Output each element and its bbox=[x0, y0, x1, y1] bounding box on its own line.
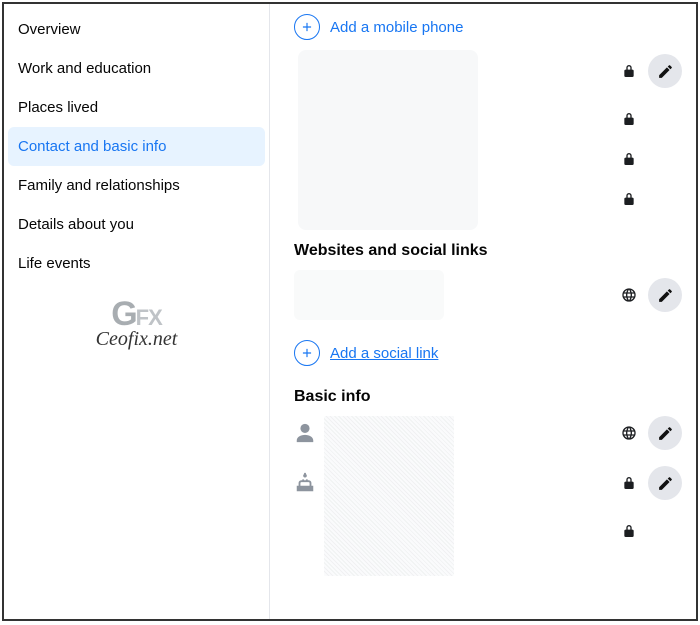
globe-icon bbox=[620, 286, 638, 304]
app-frame: Overview Work and education Places lived… bbox=[2, 2, 698, 621]
main-content: Add a mobile phone bbox=[270, 4, 696, 619]
watermark-gfx: GFX bbox=[8, 299, 265, 330]
add-social-link-label: Add a social link bbox=[330, 345, 438, 362]
sidebar-item-details[interactable]: Details about you bbox=[8, 205, 265, 244]
plus-icon bbox=[294, 14, 320, 40]
lock-icon bbox=[620, 474, 638, 492]
edit-button[interactable] bbox=[648, 278, 682, 312]
section-title-basic: Basic info bbox=[294, 388, 682, 406]
edit-button[interactable] bbox=[648, 416, 682, 450]
sidebar-item-label: Overview bbox=[18, 21, 81, 38]
website-row bbox=[294, 270, 682, 320]
sidebar-item-label: Contact and basic info bbox=[18, 138, 166, 155]
plus-icon bbox=[294, 340, 320, 366]
sidebar-item-family[interactable]: Family and relationships bbox=[8, 166, 265, 205]
section-title-websites: Websites and social links bbox=[294, 242, 682, 260]
edit-button[interactable] bbox=[648, 54, 682, 88]
person-icon bbox=[294, 422, 316, 444]
redacted-contact-block bbox=[298, 50, 478, 230]
add-mobile-phone[interactable]: Add a mobile phone bbox=[294, 10, 682, 50]
lock-icon bbox=[620, 190, 638, 208]
about-sidebar: Overview Work and education Places lived… bbox=[4, 4, 270, 619]
lock-icon bbox=[620, 150, 638, 168]
add-mobile-phone-label: Add a mobile phone bbox=[330, 19, 463, 36]
sidebar-item-label: Family and relationships bbox=[18, 177, 180, 194]
lock-icon bbox=[620, 110, 638, 128]
sidebar-item-label: Life events bbox=[18, 255, 91, 272]
globe-icon bbox=[620, 424, 638, 442]
watermark-text: Ceofix.net bbox=[8, 328, 265, 351]
watermark: GFX Ceofix.net bbox=[8, 299, 265, 351]
sidebar-item-life[interactable]: Life events bbox=[8, 244, 265, 283]
add-social-link[interactable]: Add a social link bbox=[294, 336, 682, 376]
lock-icon bbox=[620, 62, 638, 80]
cake-icon bbox=[294, 472, 316, 494]
sidebar-item-label: Places lived bbox=[18, 99, 98, 116]
sidebar-item-places[interactable]: Places lived bbox=[8, 88, 265, 127]
redacted-website bbox=[294, 270, 444, 320]
sidebar-item-overview[interactable]: Overview bbox=[8, 10, 265, 49]
sidebar-item-label: Work and education bbox=[18, 60, 151, 77]
sidebar-item-label: Details about you bbox=[18, 216, 134, 233]
sidebar-item-contact[interactable]: Contact and basic info bbox=[8, 127, 265, 166]
edit-button[interactable] bbox=[648, 466, 682, 500]
lock-icon bbox=[620, 522, 638, 540]
redacted-basic-info bbox=[324, 416, 454, 576]
sidebar-item-work[interactable]: Work and education bbox=[8, 49, 265, 88]
